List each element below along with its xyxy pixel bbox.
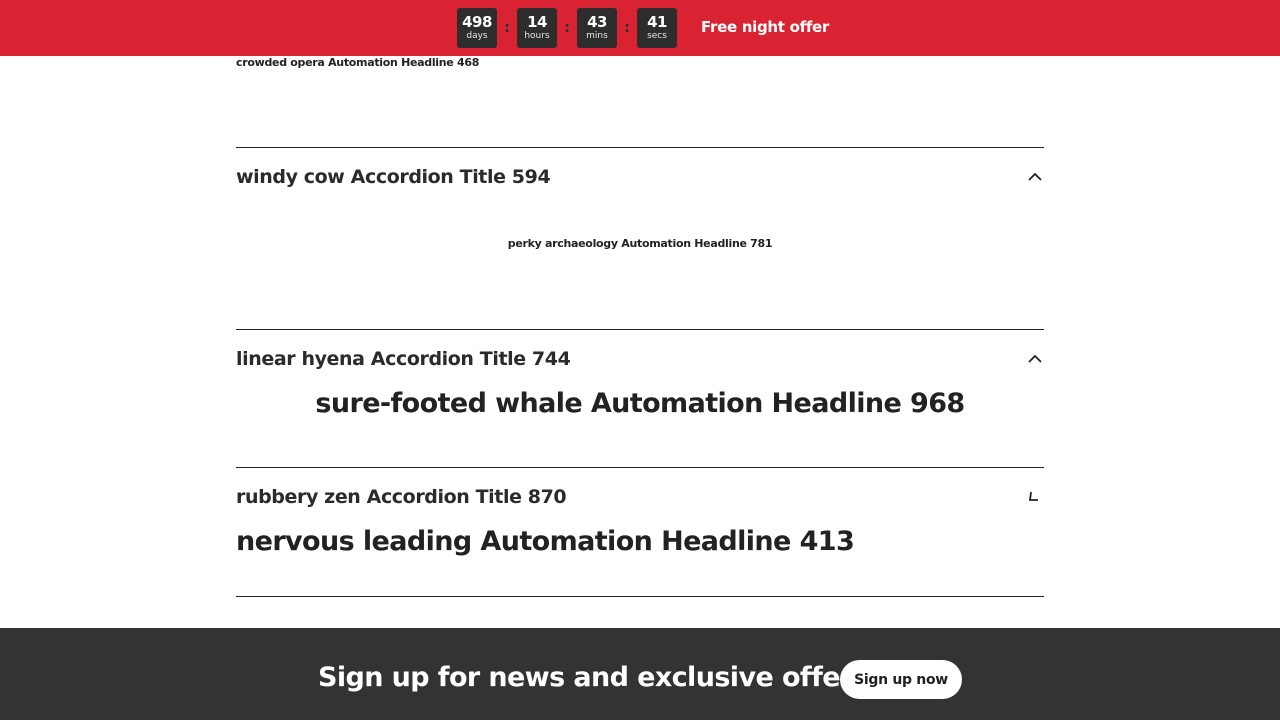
promo-banner: 498 days : 14 hours : 43 mins : 41 secs … [0, 0, 1280, 56]
accordion-item: linear hyena Accordion Title 744 sure-fo… [236, 329, 1044, 467]
countdown-secs-value: 41 [647, 13, 667, 31]
section-headline: crowded opera Automation Headline 468 [236, 56, 480, 69]
countdown-secs: 41 secs [637, 8, 677, 48]
countdown-days-label: days [466, 31, 488, 41]
accordion-header[interactable]: windy cow Accordion Title 594 [236, 148, 1044, 206]
accordion-item: windy cow Accordion Title 594 perky arch… [236, 147, 1044, 329]
accordion-content: sure-footed whale Automation Headline 96… [315, 388, 965, 419]
chevron-up-icon[interactable] [1026, 350, 1044, 368]
free-night-offer-link[interactable]: Free night offer [701, 18, 829, 36]
newsletter-footer: Sign up for news and exclusive offers Si… [0, 628, 1280, 720]
countdown-days: 498 days [457, 8, 497, 48]
sign-up-button[interactable]: Sign up now [840, 660, 962, 699]
countdown-hours: 14 hours [517, 8, 557, 48]
accordion-title: rubbery zen Accordion Title 870 [236, 486, 567, 508]
countdown-hours-label: hours [524, 31, 550, 41]
countdown-separator: : [504, 20, 510, 36]
chevron-rotating-icon[interactable] [1026, 488, 1044, 506]
countdown-mins: 43 mins [577, 8, 617, 48]
countdown-separator: : [564, 20, 570, 36]
countdown-separator: : [624, 20, 630, 36]
countdown-mins-value: 43 [587, 13, 607, 31]
accordion-item: rubbery zen Accordion Title 870 nervous … [236, 467, 1044, 597]
countdown-hours-value: 14 [527, 13, 547, 31]
accordion-content: perky archaeology Automation Headline 78… [507, 237, 773, 250]
accordion-header[interactable]: linear hyena Accordion Title 744 [236, 330, 1044, 388]
countdown-timer: 498 days : 14 hours : 43 mins : 41 secs [457, 8, 677, 48]
accordion-content: nervous leading Automation Headline 413 [236, 526, 855, 557]
accordion-title: linear hyena Accordion Title 744 [236, 348, 571, 370]
countdown-mins-label: mins [586, 31, 608, 41]
chevron-up-icon[interactable] [1026, 168, 1044, 186]
countdown-days-value: 498 [462, 13, 492, 31]
accordion-header[interactable]: rubbery zen Accordion Title 870 [236, 468, 1044, 526]
accordion-title: windy cow Accordion Title 594 [236, 166, 551, 188]
newsletter-heading: Sign up for news and exclusive offers [318, 662, 869, 693]
countdown-secs-label: secs [647, 31, 667, 41]
